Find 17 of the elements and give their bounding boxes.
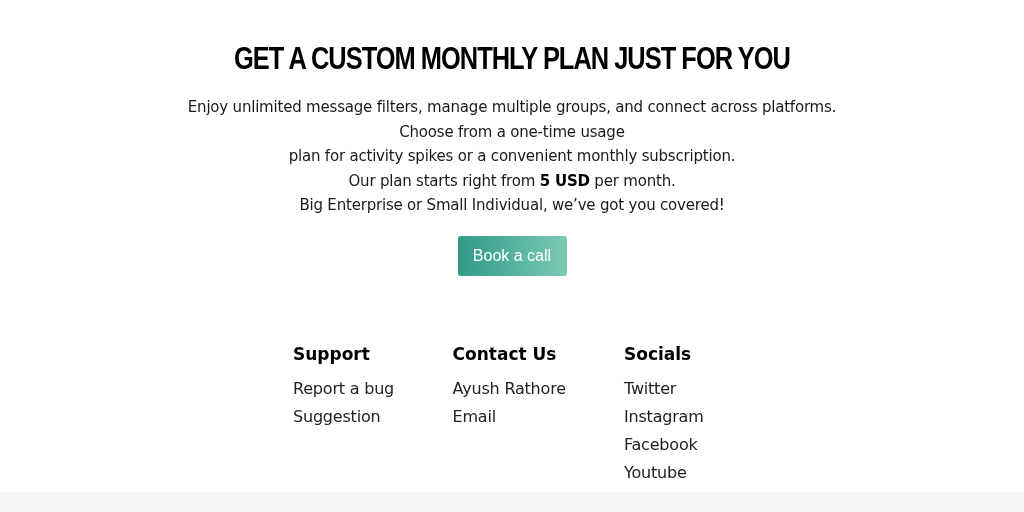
footer-column-title: Contact Us (452, 342, 558, 366)
description-line: Our plan starts right from 5 USD per month. (348, 170, 676, 192)
footer-link[interactable]: Instagram (624, 404, 733, 428)
description-line: Big Enterprise or Small Individual, we’ve got you covered! (299, 195, 725, 216)
description-line: Choose from a one-time usage (399, 121, 625, 143)
footer-link[interactable]: Youtube (624, 460, 733, 484)
footer-link[interactable]: Facebook (624, 432, 733, 456)
footer-link[interactable]: Ayush Rathore (452, 376, 624, 400)
footer-column-title: Support (293, 342, 371, 366)
footer-link[interactable]: Email (452, 404, 624, 428)
page-heading: GET A CUSTOM MONTHLY PLAN JUST FOR YOU (234, 41, 790, 77)
footer-column-title: Socials (624, 342, 693, 366)
footer-link[interactable]: Suggestion (293, 404, 453, 428)
description-line: Enjoy unlimited message filters, manage multiple groups, and connect across platforms. (187, 97, 837, 118)
footer-link[interactable]: Twitter (624, 376, 733, 400)
footer-link[interactable]: Report a bug (293, 376, 453, 400)
description-line: plan for activity spikes or a convenient monthly subscription. (288, 146, 736, 167)
